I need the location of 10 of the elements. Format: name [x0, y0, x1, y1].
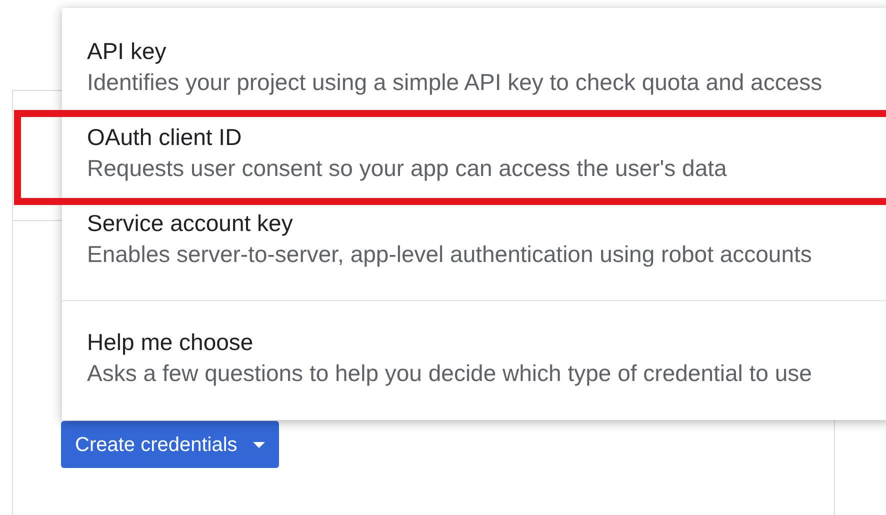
menu-item-title[interactable]: OAuth client ID [87, 122, 242, 152]
menu-item-description: Asks a few questions to help you decide which type of credential to use [87, 359, 812, 388]
menu-item-title[interactable]: Help me choose [87, 327, 254, 357]
menu-item-description: Identifies your project using a simple API key to check quota and access [87, 68, 822, 97]
menu-item-description: Enables server-to-server, app-level authentication using robot accounts [87, 240, 812, 269]
menu-item-title[interactable]: Service account key [87, 208, 293, 238]
create-credentials-button[interactable]: Create credentials [61, 421, 280, 468]
menu-item-title[interactable]: API key [87, 36, 166, 66]
menu-item-description: Requests user consent so your app can access the user's data [87, 154, 727, 183]
caret-icon [253, 442, 266, 448]
